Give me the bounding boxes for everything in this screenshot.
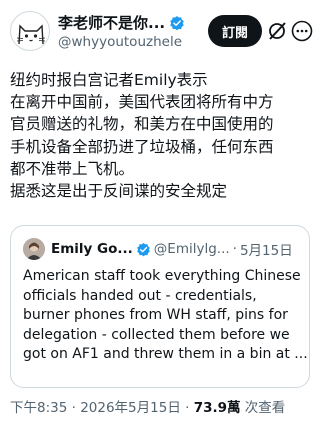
quoted-post-text: American staff took everything Chinese o… (23, 267, 308, 365)
quoted-display-name[interactable]: Emily Go... (51, 241, 133, 257)
post-text-line: 官员赠送的礼物，和美方在中国使用的 (10, 115, 274, 134)
author-display-name[interactable]: 李老师不是你... (58, 12, 165, 33)
quoted-text-line: officials handed out - credentials, (23, 287, 257, 304)
post-header: 李老师不是你... @whyyoutouzhele 訂閱 (0, 0, 321, 62)
quoted-separator: · (232, 241, 237, 257)
subscribe-button[interactable]: 訂閱 (208, 15, 262, 47)
post-text-line: 纽约时报白宫记者Emily表示 (10, 71, 208, 89)
post-date[interactable]: 2026年5月15日 (80, 400, 181, 416)
cat-doodle-avatar-icon (16, 24, 46, 45)
person-photo-icon (23, 238, 45, 260)
view-count: 73.9萬 (193, 400, 241, 416)
post-text-line: 都不准带上飞机。 (10, 159, 135, 178)
post-meta: 下午8:35 · 2026年5月15日 · 73.9萬 次查看 (10, 396, 285, 416)
meta-separator: · (67, 400, 81, 416)
quoted-date[interactable]: 5月15日 (240, 239, 293, 259)
quoted-text-line: delegation - collected them before we (23, 326, 290, 343)
quoted-text-line: burner phones from WH staff, pins for (23, 307, 288, 324)
post-time[interactable]: 下午8:35 (10, 400, 67, 416)
quoted-post-card[interactable]: Emily Go... @Emilylg... · 5月15日 American… (10, 225, 310, 388)
author-handle[interactable]: @whyyoutouzhele (58, 34, 182, 50)
post-text-line: 据悉这是出于反间谍的安全规定 (10, 182, 228, 201)
quoted-text-line: got on AF1 and threw them in a bin at ..… (23, 346, 308, 363)
quoted-author-avatar[interactable] (23, 238, 45, 260)
view-count-label: 次查看 (240, 400, 286, 416)
post-text: 纽约时报白宫记者Emily表示 在离开中国前，美国代表团将所有中方 官员赠送的礼… (10, 69, 316, 202)
post-text-line: 手机设备全部扔进了垃圾桶，任何东西 (10, 137, 274, 156)
author-name-row[interactable]: 李老师不是你... (58, 12, 185, 33)
quoted-text-line: American staff took everything Chinese (23, 268, 301, 284)
meta-separator: · (180, 400, 194, 416)
author-avatar[interactable] (10, 11, 50, 51)
quoted-author-row[interactable]: Emily Go... @Emilylg... · 5月15日 (51, 239, 293, 259)
verified-badge-icon (136, 242, 150, 256)
quoted-handle[interactable]: @Emilylg... (154, 241, 230, 257)
post-text-line: 在离开中国前，美国代表团将所有中方 (10, 93, 274, 112)
grok-slash-icon[interactable] (266, 20, 288, 42)
verified-badge-icon (170, 15, 184, 30)
more-options-icon[interactable] (291, 20, 313, 42)
